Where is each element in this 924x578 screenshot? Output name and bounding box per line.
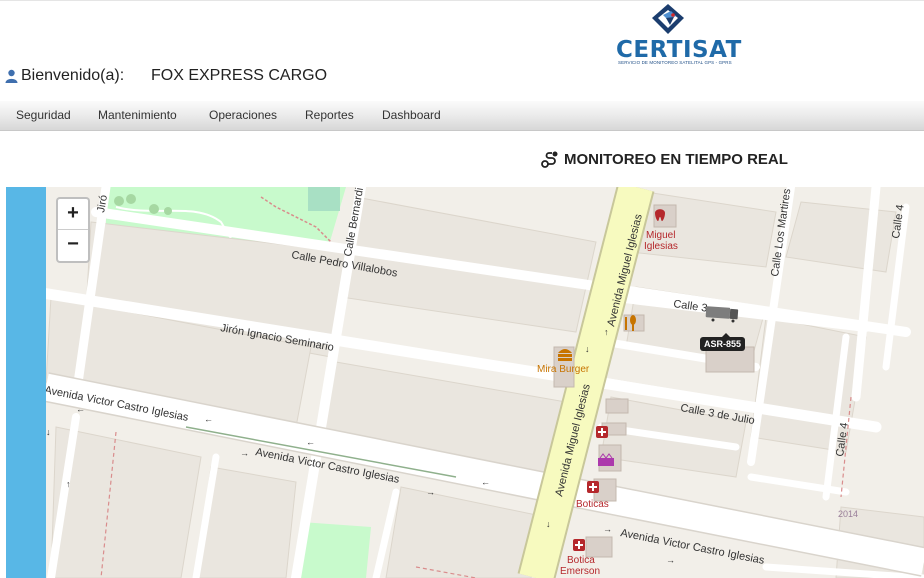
- label-miguel-iglesias-1: Miguel: [646, 230, 675, 241]
- svg-text:↓: ↓: [546, 519, 551, 529]
- logo-tagline: SERVICIO DE MONITOREO SATELITAL GPS - GP…: [618, 60, 732, 65]
- welcome-area: Bienvenido(a):: [5, 67, 124, 85]
- map-view[interactable]: ← ← ← → → ← → → ↓ ↑ ↓ ↑ ↓ Calle Pedro Vi…: [6, 187, 924, 578]
- nav-item-seguridad[interactable]: Seguridad: [16, 108, 71, 122]
- svg-text:←: ←: [204, 414, 213, 424]
- main-navbar: Seguridad Mantenimiento Operaciones Repo…: [0, 101, 924, 131]
- welcome-label: Bienvenido(a):: [21, 67, 125, 84]
- label-mira-burger: Mira Burger: [537, 364, 590, 375]
- svg-text:←: ←: [76, 404, 85, 414]
- certisat-logo: CERTISAT SERVICIO DE MONITOREO SATELITAL…: [616, 3, 741, 69]
- label-botica-emerson: Botica Emerson: [560, 555, 600, 577]
- label-boticas: Boticas: [576, 499, 609, 510]
- svg-text:↑: ↑: [604, 327, 609, 337]
- page-title: MONITOREO EN TIEMPO REAL: [564, 150, 788, 168]
- svg-text:←: ←: [481, 477, 490, 487]
- pharmacy-icon-emerson: [573, 539, 585, 551]
- nav-item-reportes[interactable]: Reportes: [305, 108, 354, 122]
- vehicle-label[interactable]: ASR-855: [700, 333, 746, 351]
- nav-item-mantenimiento[interactable]: Mantenimiento: [98, 108, 177, 122]
- zoom-out-button[interactable]: −: [58, 230, 88, 260]
- svg-text:→: →: [240, 448, 249, 458]
- nav-item-dashboard[interactable]: Dashboard: [382, 108, 441, 122]
- zoom-in-button[interactable]: +: [58, 199, 88, 230]
- zoom-control: + −: [56, 197, 90, 263]
- city-blocks: [45, 191, 924, 578]
- water-area: [6, 187, 46, 578]
- pharmacy-icon: [596, 426, 608, 438]
- nav-item-operaciones[interactable]: Operaciones: [209, 108, 277, 122]
- label-year: 2014: [838, 509, 858, 519]
- svg-text:→: →: [603, 524, 612, 534]
- svg-text:←: ←: [306, 437, 315, 447]
- svg-text:→: →: [666, 555, 675, 565]
- pharmacy-icon-boticas: [587, 481, 599, 493]
- svg-text:↓: ↓: [585, 344, 590, 354]
- label-miguel-iglesias-2: Iglesias: [644, 241, 678, 252]
- header: Bienvenido(a): FOX EXPRESS CARGO CERTISA…: [0, 0, 924, 102]
- svg-text:↓: ↓: [46, 427, 51, 437]
- svg-text:→: →: [426, 487, 435, 497]
- svg-text:↑: ↑: [66, 479, 71, 489]
- map-tiles[interactable]: ← ← ← → → ← → → ↓ ↑ ↓ ↑ ↓ Calle Pedro Villalobos…: [6, 187, 924, 578]
- logo-emblem-icon: [652, 4, 684, 34]
- user-icon: [5, 69, 18, 83]
- route-icon: [541, 151, 558, 168]
- company-name: FOX EXPRESS CARGO: [151, 67, 328, 84]
- pitch-area: [308, 187, 340, 211]
- page-title-area: MONITOREO EN TIEMPO REAL: [541, 150, 788, 168]
